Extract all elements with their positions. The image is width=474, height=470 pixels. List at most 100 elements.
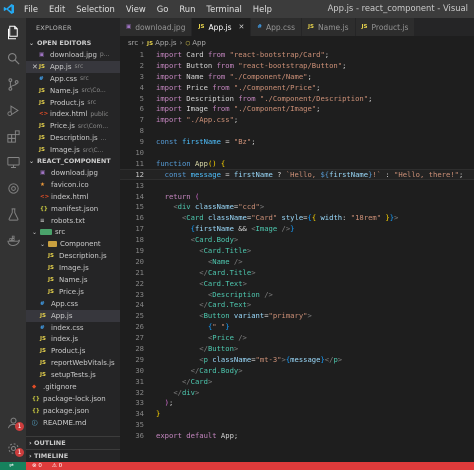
open-editor-item[interactable]: JS Price.js src\Com...: [26, 120, 120, 132]
tree-item[interactable]: ⌄ Component: [26, 238, 120, 250]
code-line[interactable]: 12 const message = firstName ? `Hello, $…: [120, 168, 474, 180]
code-line[interactable]: 21 </Card.Title>: [120, 267, 474, 278]
open-editor-item[interactable]: ✕ JS App.js src: [26, 60, 120, 73]
menu-help[interactable]: Help: [253, 4, 272, 14]
tree-item[interactable]: # index.css: [26, 322, 120, 334]
tab-app-js[interactable]: JS App.js ✕: [192, 18, 252, 36]
error-count[interactable]: ⊗ 0: [32, 462, 42, 470]
menu-terminal[interactable]: Terminal: [206, 4, 241, 14]
code-line[interactable]: 27 <Price />: [120, 332, 474, 343]
source-control-icon[interactable]: [5, 76, 21, 92]
open-editor-item[interactable]: <> index.html public: [26, 108, 120, 120]
tree-item[interactable]: JS App.js: [26, 309, 120, 322]
tree-item[interactable]: {} manifest.json: [26, 203, 120, 215]
code-line[interactable]: 34}: [120, 408, 474, 419]
code-line[interactable]: 29 <p className="mt-3">{message}</p>: [120, 354, 474, 365]
menu-file[interactable]: File: [24, 4, 38, 14]
warning-count[interactable]: ⚠ 0: [52, 462, 62, 470]
tree-item[interactable]: JS Name.js: [26, 274, 120, 286]
tree-item[interactable]: JS setupTests.js: [26, 369, 120, 381]
code-line[interactable]: 36 export default App;: [120, 430, 474, 441]
code-line[interactable]: 35: [120, 419, 474, 430]
tree-item[interactable]: ≡ robots.txt: [26, 215, 120, 227]
tree-item[interactable]: JS Product.js: [26, 345, 120, 357]
tree-item[interactable]: ⌄ src: [26, 226, 120, 238]
tree-item[interactable]: {} package-lock.json: [26, 393, 120, 405]
outline-section-header[interactable]: › OUTLINE: [26, 436, 120, 449]
project-header[interactable]: ⌄ REACT_COMPONENT: [26, 156, 120, 167]
code-line[interactable]: 14 return (: [120, 191, 474, 202]
code-line[interactable]: 19 <Card.Title>: [120, 245, 474, 256]
menu-edit[interactable]: Edit: [49, 4, 65, 14]
code-line[interactable]: 3 import Name from "./Component/Name";: [120, 71, 474, 82]
code-line[interactable]: 16 <Card className="Card" style={{ width…: [120, 212, 474, 223]
tree-item[interactable]: JS Image.js: [26, 262, 120, 274]
code-line[interactable]: 18 <Card.Body>: [120, 234, 474, 245]
code-line[interactable]: 9 const firstName = "Bz";: [120, 136, 474, 147]
open-editor-item[interactable]: JS Product.js src: [26, 97, 120, 109]
tab-name-js[interactable]: JS Name.js: [301, 18, 356, 36]
timeline-section-header[interactable]: › TIMELINE: [26, 449, 120, 462]
close-icon[interactable]: ✕: [239, 23, 245, 31]
code-line[interactable]: 8: [120, 125, 474, 136]
tree-item[interactable]: ★ favicon.ico: [26, 179, 120, 191]
code-line[interactable]: 6 import Image from "./Component/Image";: [120, 103, 474, 114]
code-line[interactable]: 4 import Price from "./Component/Price";: [120, 82, 474, 93]
code-line[interactable]: 11 function App() {: [120, 158, 474, 169]
code-line[interactable]: 31 </Card>: [120, 376, 474, 387]
code-line[interactable]: 20 <Name />: [120, 256, 474, 267]
close-icon[interactable]: ✕: [32, 63, 39, 71]
code-line[interactable]: 24 </Card.Text>: [120, 299, 474, 310]
tree-item[interactable]: ⓘ README.md: [26, 417, 120, 429]
extensions-icon[interactable]: [5, 128, 21, 144]
code-line[interactable]: 17 {firstName && <Image />}: [120, 223, 474, 234]
breadcrumb-item[interactable]: JS App.js: [147, 39, 177, 47]
tree-item[interactable]: <> index.html: [26, 191, 120, 203]
openai-chatgpt-icon[interactable]: [5, 180, 21, 196]
open-editor-item[interactable]: JS Description.js...: [26, 132, 120, 144]
code-line[interactable]: 32 </div>: [120, 387, 474, 398]
code-line[interactable]: 1 import Card from "react-bootstrap/Card"…: [120, 49, 474, 60]
menu-run[interactable]: Run: [179, 4, 195, 14]
code-line[interactable]: 2 import Button from "react-bootstrap/But…: [120, 60, 474, 71]
tree-item[interactable]: ▣ download.jpg: [26, 167, 120, 179]
code-line[interactable]: 5 import Description from "./Component/De…: [120, 93, 474, 104]
code-line[interactable]: 30 </Card.Body>: [120, 365, 474, 376]
tree-item[interactable]: JS index.js: [26, 333, 120, 345]
menu-view[interactable]: View: [126, 4, 146, 14]
tab-download-jpg[interactable]: ▣ download.jpg: [120, 18, 193, 36]
tab-product-js[interactable]: JS Product.js: [355, 18, 416, 36]
menu-go[interactable]: Go: [157, 4, 169, 14]
code-line[interactable]: 33 );: [120, 398, 474, 409]
open-editor-item[interactable]: ▣ download.jpg p...: [26, 49, 120, 61]
code-line[interactable]: 25 <Button variant="primary">: [120, 310, 474, 321]
tab-app-css[interactable]: # App.css: [251, 18, 302, 36]
code-line[interactable]: 7 import "./App.css";: [120, 114, 474, 125]
testing-flask-icon[interactable]: [5, 206, 21, 222]
code-line[interactable]: 26 {" "}: [120, 321, 474, 332]
open-editor-item[interactable]: # App.css src: [26, 73, 120, 85]
docker-icon[interactable]: [5, 232, 21, 248]
code-line[interactable]: 15 <div className="ccd">: [120, 201, 474, 212]
search-icon[interactable]: [5, 50, 21, 66]
breadcrumb-item[interactable]: ⬡ App: [185, 39, 206, 47]
open-editor-item[interactable]: JS Image.js src\C...: [26, 144, 120, 156]
code-line[interactable]: 28 </Button>: [120, 343, 474, 354]
code-editor[interactable]: 1 import Card from "react-bootstrap/Card"…: [120, 49, 474, 441]
tree-item[interactable]: JS Price.js: [26, 286, 120, 298]
tree-item[interactable]: ◆ .gitignore: [26, 381, 120, 393]
tree-item[interactable]: JS Description.js: [26, 250, 120, 262]
code-line[interactable]: 13: [120, 180, 474, 191]
explorer-files-icon[interactable]: [5, 24, 21, 40]
open-editors-header[interactable]: ⌄ OPEN EDITORS: [26, 38, 120, 49]
breadcrumb-item[interactable]: src: [128, 39, 138, 47]
open-editor-item[interactable]: JS Name.js src\Co...: [26, 85, 120, 97]
code-line[interactable]: 22 <Card.Text>: [120, 278, 474, 289]
tree-item[interactable]: JS reportWebVitals.js: [26, 357, 120, 369]
code-line[interactable]: 23 <Description />: [120, 289, 474, 300]
run-debug-icon[interactable]: [5, 102, 21, 118]
tree-item[interactable]: {} package.json: [26, 405, 120, 417]
code-line[interactable]: 10: [120, 147, 474, 158]
tree-item[interactable]: # App.css: [26, 298, 120, 310]
remote-explorer-icon[interactable]: [5, 154, 21, 170]
